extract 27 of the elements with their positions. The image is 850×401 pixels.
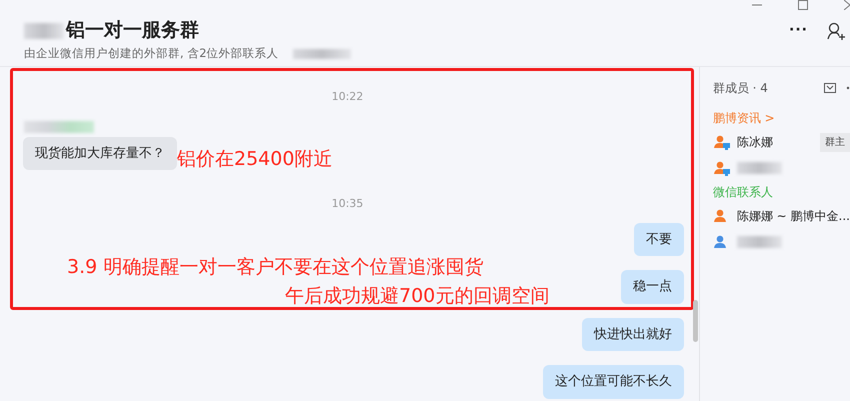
annotation-text: 3.9 明确提醒一对一客户不要在这个位置追涨囤货 [67,258,484,277]
message-bubble: 不要 [634,222,684,256]
redacted-text [736,236,782,248]
owner-tag: 群主 [820,132,850,152]
maximize-icon[interactable] [798,0,808,10]
group-subtitle: 由企业微信用户创建的外部群, 含2位外部联系人 [24,45,279,62]
annotation-text: 午后成功规避700元的回调空间 [285,287,550,306]
message-bubble: 这个位置可能不长久 [542,365,684,398]
member-name[interactable]: 陈冰娜 [736,133,773,151]
message-bubble: 快进快出就好 [582,318,684,351]
mail-icon[interactable] [824,83,836,93]
message-bubble: 稳一点 [620,270,684,304]
message-bubble: 现货能加大库存量不？ [23,136,177,170]
scrollbar[interactable] [693,300,698,342]
add-person-icon[interactable] [826,20,846,40]
more-button[interactable]: ··· [789,20,808,41]
timestamp: 10:22 [332,90,364,103]
redacted-text [736,162,782,174]
members-title: 群成员 · 4 [712,80,768,97]
person-icon [712,134,731,150]
annotation-text: 铝价在25400附近 [177,150,332,169]
more-icon[interactable] [846,86,850,90]
close-icon[interactable] [844,0,850,10]
window-title: 铝一对一服务群 [66,21,199,40]
person-icon [712,160,731,176]
timestamp: 10:35 [332,197,364,210]
member-name[interactable]: 陈娜娜 ~ 鹏博中金... [736,207,850,225]
